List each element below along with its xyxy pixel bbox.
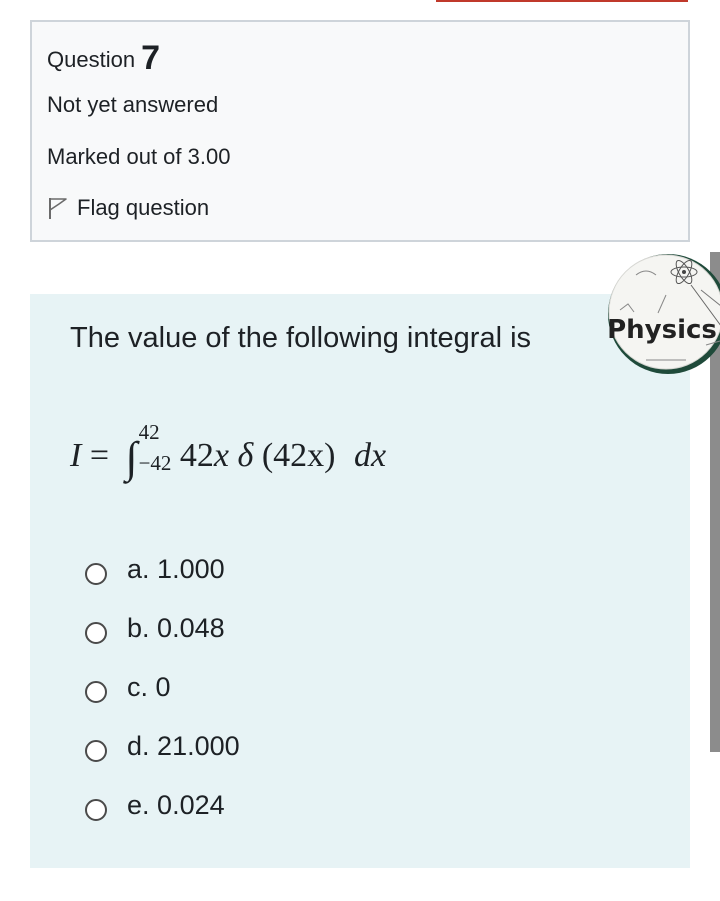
option-d[interactable]: d. 21.000 [85, 717, 240, 776]
option-c[interactable]: c. 0 [85, 658, 240, 717]
radio-button-e[interactable] [85, 798, 107, 821]
question-state: Not yet answered [47, 92, 219, 117]
radio-button-b[interactable] [85, 621, 107, 644]
answer-options: a. 1.000 b. 0.048 c. 0 d. 21.000 e. 0.02… [85, 540, 240, 835]
integral-limits: 42 −42 [138, 420, 172, 475]
option-a[interactable]: a. 1.000 [85, 540, 240, 599]
question-content: The value of the following integral is I… [30, 294, 690, 868]
question-number-value: 7 [141, 39, 160, 77]
question-number: Question 7 [47, 39, 160, 77]
radio-button-c[interactable] [85, 680, 107, 703]
question-text: The value of the following integral is [70, 322, 532, 354]
flag-question-link[interactable]: Flag question [47, 195, 209, 221]
option-e[interactable]: e. 0.024 [85, 776, 240, 835]
option-b[interactable]: b. 0.048 [85, 599, 240, 658]
radio-button-a[interactable] [85, 562, 107, 585]
question-info-panel: Question 7 Not yet answered Marked out of… [30, 20, 690, 242]
radio-button-d[interactable] [85, 739, 107, 762]
physics-logo: Physics [607, 254, 720, 374]
flag-icon [49, 198, 67, 219]
integral-sign: ∫ [125, 433, 138, 482]
flag-question-label: Flag question [77, 195, 210, 220]
top-answer-frame [436, 0, 688, 2]
question-grade: Marked out of 3.00 [47, 144, 231, 169]
integral-formula: I = ∫ 42 −42 42x δ (42x) dx [70, 420, 387, 483]
svg-text:Physics: Physics [607, 315, 717, 345]
